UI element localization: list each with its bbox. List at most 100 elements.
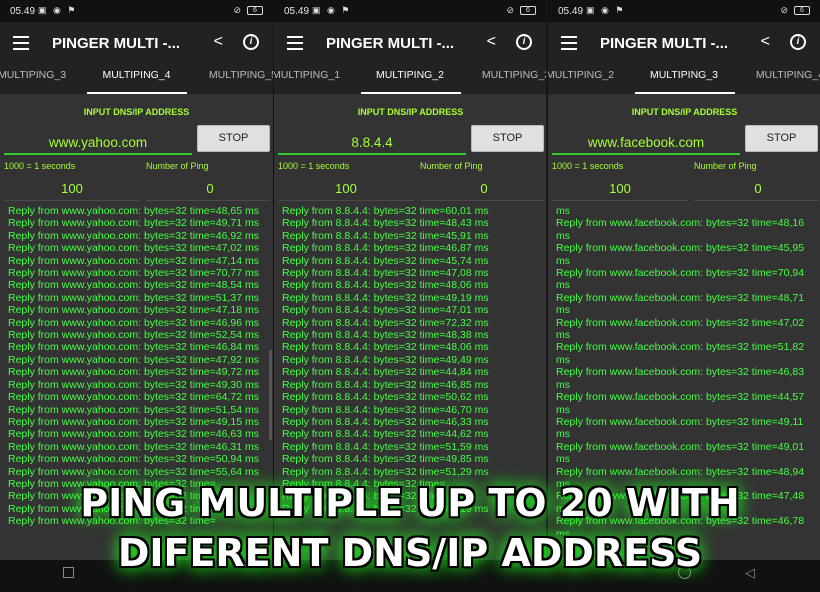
status-time: 05.49 bbox=[284, 6, 310, 17]
info-icon[interactable]: i bbox=[790, 34, 806, 50]
app-title: PINGER MULTI -... bbox=[52, 35, 181, 52]
log-line: Reply from www.facebook.com: bytes=32 ti… bbox=[556, 291, 805, 317]
scrollbar[interactable] bbox=[269, 350, 272, 440]
status-right: ⊘ 6 bbox=[233, 5, 263, 16]
app-title: PINGER MULTI -... bbox=[326, 35, 455, 52]
share-icon[interactable]: < bbox=[487, 33, 496, 51]
log-line: Reply from 8.8.4.4: bytes=32 time=49,85 … bbox=[282, 453, 489, 466]
log-line: Reply from www.yahoo.com: bytes=32 time=… bbox=[8, 366, 259, 379]
stop-button[interactable]: STOP bbox=[745, 125, 818, 152]
log-line: Reply from www.yahoo.com: bytes=32 time=… bbox=[8, 403, 259, 416]
tab-indicator bbox=[361, 92, 461, 94]
share-icon[interactable]: < bbox=[761, 33, 770, 51]
status-time: 05.49 bbox=[10, 6, 36, 17]
log-line: Reply from 8.8.4.4: bytes=32 time=49,19 … bbox=[282, 291, 489, 304]
log-line: Reply from www.yahoo.com: bytes=32 time=… bbox=[8, 279, 259, 292]
app-bar: PINGER MULTI -... < i bbox=[0, 22, 273, 64]
log-line: Reply from www.facebook.com: bytes=32 ti… bbox=[556, 242, 805, 267]
battery-icon: 6 bbox=[520, 6, 536, 16]
count-label: Number of Ping bbox=[146, 161, 209, 171]
interval-label: 1000 = 1 seconds bbox=[278, 161, 350, 171]
log-line: Reply from www.yahoo.com: bytes=32 time=… bbox=[8, 267, 259, 280]
tab-right[interactable]: MULTIPING_5 bbox=[209, 69, 273, 81]
log-line: Reply from 8.8.4.4: bytes=32 time=46,87 … bbox=[282, 242, 489, 255]
log-line: Reply from www.yahoo.com: bytes=32 time=… bbox=[8, 341, 259, 354]
info-icon[interactable]: i bbox=[243, 34, 259, 50]
log-line: Reply from 8.8.4.4: bytes=32 time=47,01 … bbox=[282, 304, 489, 317]
log-line: Reply from www.yahoo.com: bytes=32 time=… bbox=[8, 242, 259, 255]
status-right: ⊘ 6 bbox=[780, 5, 810, 16]
log-line: Reply from 8.8.4.4: bytes=32 time=46,33 … bbox=[282, 415, 489, 428]
host-input[interactable] bbox=[278, 131, 466, 155]
interval-underline bbox=[552, 200, 688, 201]
count-underline bbox=[694, 200, 818, 201]
host-input[interactable] bbox=[4, 131, 192, 155]
tab-right[interactable]: MULTIPING_3 bbox=[482, 69, 546, 81]
count-underline bbox=[420, 200, 544, 201]
stop-button[interactable]: STOP bbox=[471, 125, 544, 152]
tab-right[interactable]: MULTIPING_4 bbox=[756, 69, 820, 81]
tab-bar: MULTIPING_2 MULTIPING_3 MULTIPING_4 bbox=[548, 64, 820, 94]
log-line: Reply from www.yahoo.com: bytes=32 time=… bbox=[8, 415, 259, 428]
input-label: INPUT DNS/IP ADDRESS bbox=[83, 107, 190, 117]
log-line: Reply from 8.8.4.4: bytes=32 time=48,06 … bbox=[282, 341, 489, 354]
tab-bar: MULTIPING_1 MULTIPING_2 MULTIPING_3 bbox=[274, 64, 546, 94]
notification-icons: ▣ ◉ ⚑ bbox=[586, 5, 626, 15]
tab-bar: MULTIPING_3 MULTIPING_4 MULTIPING_5 bbox=[0, 64, 273, 94]
log-line: Reply from www.yahoo.com: bytes=32 time=… bbox=[8, 304, 259, 317]
count-field[interactable]: 0 bbox=[464, 181, 504, 196]
log-line: Reply from 8.8.4.4: bytes=32 time=47,08 … bbox=[282, 267, 489, 280]
interval-underline bbox=[4, 200, 140, 201]
mute-icon: ⊘ bbox=[780, 5, 788, 15]
stop-button[interactable]: STOP bbox=[197, 125, 270, 152]
interval-field[interactable]: 100 bbox=[552, 181, 688, 196]
log-line: Reply from 8.8.4.4: bytes=32 time=44,84 … bbox=[282, 366, 489, 379]
app-title: PINGER MULTI -... bbox=[600, 35, 729, 52]
log-line: Reply from www.yahoo.com: bytes=32 time=… bbox=[8, 428, 259, 441]
interval-field[interactable]: 100 bbox=[4, 181, 140, 196]
count-field[interactable]: 0 bbox=[738, 181, 778, 196]
log-line: Reply from www.yahoo.com: bytes=32 time=… bbox=[8, 391, 259, 404]
notification-icons: ▣ ◉ ⚑ bbox=[38, 5, 78, 15]
app-bar: PINGER MULTI -... < i bbox=[274, 22, 546, 64]
log-line: Reply from 8.8.4.4: bytes=32 time=48,43 … bbox=[282, 217, 489, 230]
interval-field[interactable]: 100 bbox=[278, 181, 414, 196]
log-line: Reply from 8.8.4.4: bytes=32 time=44,62 … bbox=[282, 428, 489, 441]
log-line: Reply from www.facebook.com: bytes=32 ti… bbox=[556, 217, 805, 242]
banner-line-1: PING MULTIPLE UP TO 20 WITH bbox=[80, 481, 740, 525]
log-line: Reply from www.facebook.com: bytes=32 ti… bbox=[556, 440, 805, 466]
count-field[interactable]: 0 bbox=[190, 181, 230, 196]
log-line: Reply from www.yahoo.com: bytes=32 time=… bbox=[8, 254, 259, 267]
share-icon[interactable]: < bbox=[214, 33, 223, 51]
menu-icon[interactable] bbox=[13, 36, 29, 50]
interval-label: 1000 = 1 seconds bbox=[4, 161, 76, 171]
status-right: ⊘ 6 bbox=[506, 5, 536, 16]
banner-line-2: DIFERENT DNS/IP ADDRESS bbox=[117, 531, 703, 575]
log-line: Reply from www.yahoo.com: bytes=32 time=… bbox=[8, 378, 259, 391]
log-line: Reply from 8.8.4.4: bytes=32 time=45,91 … bbox=[282, 229, 489, 242]
menu-icon[interactable] bbox=[287, 36, 303, 50]
tab-indicator bbox=[635, 92, 735, 94]
log-line: Reply from www.yahoo.com: bytes=32 time=… bbox=[8, 329, 259, 342]
log-line: Reply from 8.8.4.4: bytes=32 time=51,29 … bbox=[282, 465, 489, 478]
log-line: Reply from www.yahoo.com: bytes=32 time=… bbox=[8, 205, 259, 217]
battery-icon: 6 bbox=[247, 6, 263, 16]
app-bar: PINGER MULTI -... < i bbox=[548, 22, 820, 64]
log-line: Reply from www.yahoo.com: bytes=32 time=… bbox=[8, 291, 259, 304]
log-line: Reply from www.yahoo.com: bytes=32 time=… bbox=[8, 465, 259, 478]
host-input[interactable] bbox=[552, 131, 740, 155]
menu-icon[interactable] bbox=[561, 36, 577, 50]
log-line: ms bbox=[556, 205, 570, 217]
notification-icons: ▣ ◉ ⚑ bbox=[312, 5, 352, 15]
phone-screen-3: 05.49 ▣ ◉ ⚑ ⊘ 6 PINGER MULTI -... < i MUL… bbox=[547, 0, 820, 560]
log-line: Reply from 8.8.4.4: bytes=32 time=48,06 … bbox=[282, 279, 489, 292]
input-label: INPUT DNS/IP ADDRESS bbox=[357, 107, 464, 117]
interval-underline bbox=[278, 200, 414, 201]
log-line: Reply from www.facebook.com: bytes=32 ti… bbox=[556, 415, 804, 441]
log-line: Reply from 8.8.4.4: bytes=32 time=50,62 … bbox=[282, 391, 489, 404]
mute-icon: ⊘ bbox=[233, 5, 241, 15]
info-icon[interactable]: i bbox=[516, 34, 532, 50]
log-line: Reply from 8.8.4.4: bytes=32 time=45,74 … bbox=[282, 254, 489, 267]
log-line: Reply from 8.8.4.4: bytes=32 time=72,32 … bbox=[282, 316, 489, 329]
count-label: Number of Ping bbox=[420, 161, 483, 171]
